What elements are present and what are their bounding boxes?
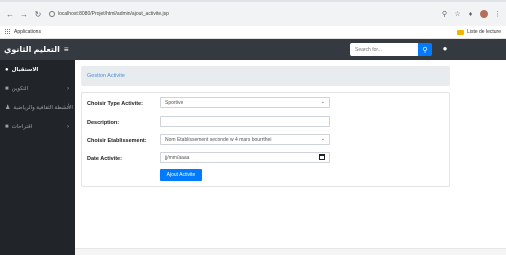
extension-icon[interactable]: ♦ <box>467 11 474 18</box>
breadcrumb: Gestion Activite <box>81 66 450 86</box>
ajout-activite-button[interactable]: Ajout Activite <box>160 169 202 181</box>
chevron-right-icon: › <box>67 123 69 130</box>
browser-toolbar: ← → ↻ localhost:8080/Projet/html/admin/a… <box>0 2 506 26</box>
reading-list-icon <box>457 29 465 35</box>
bookmark-apps[interactable]: Applications <box>14 29 41 35</box>
sidebar: ● الاستقبال ■ التكوين › ♟ الأنشطة الثقاف… <box>0 60 75 255</box>
search-group: ⚲ <box>350 43 432 56</box>
calendar-icon[interactable] <box>319 154 325 160</box>
type-select[interactable]: Sportive ⌄ <box>160 97 330 108</box>
main-content: Gestion Activite Choisir Type Activite: … <box>75 60 506 255</box>
forward-icon[interactable]: → <box>19 9 29 19</box>
activity-form: Choisir Type Activite: Sportive ⌄ Descri… <box>81 92 450 187</box>
date-field[interactable]: jj/mm/aaaa <box>160 152 330 163</box>
apps-grid-icon[interactable] <box>5 29 11 35</box>
reload-icon[interactable]: ↻ <box>33 9 43 19</box>
search-button[interactable]: ⚲ <box>418 43 432 56</box>
bookmarks-bar: Applications Liste de lecture <box>0 26 506 39</box>
user-icon[interactable]: ● <box>440 44 450 54</box>
chevron-right-icon: › <box>67 85 69 92</box>
date-placeholder: jj/mm/aaaa <box>165 154 190 161</box>
star-icon[interactable]: ☆ <box>454 11 461 18</box>
search-icon[interactable]: ⚲ <box>441 11 448 18</box>
chevron-right-icon: › <box>67 104 69 111</box>
type-select-value: Sportive <box>165 99 184 106</box>
folder-icon: ■ <box>5 85 9 92</box>
sidebar-item-label: اقتراحات <box>11 123 33 130</box>
sidebar-item-formation[interactable]: ■ التكوين › <box>0 79 75 98</box>
description-label: Description: <box>87 120 120 126</box>
user-icon: ♟ <box>5 105 11 111</box>
footer <box>75 248 506 255</box>
breadcrumb-item[interactable]: Gestion Activite <box>87 73 125 79</box>
etablissement-select[interactable]: Nom Etablissement seconde w 4 mars bourr… <box>160 134 330 145</box>
brand[interactable]: التعليم الثانوي ≡ <box>0 45 75 54</box>
dashboard-icon: ● <box>5 66 9 73</box>
submit-label: Ajout Activite <box>166 172 196 178</box>
etablissement-label: Choisir Etablissement: <box>87 138 147 144</box>
sidebar-item-accueil[interactable]: ● الاستقبال <box>0 60 75 79</box>
url-text: localhost:8080/Projet/html/admin/ajout_a… <box>58 11 169 17</box>
sidebar-item-label: الاستقبال <box>11 66 39 73</box>
folder-icon: ■ <box>5 123 9 130</box>
etablissement-select-value: Nom Etablissement seconde w 4 mars bourr… <box>165 136 272 143</box>
brand-title: التعليم الثانوي <box>4 45 60 54</box>
reading-list-label: Liste de lecture <box>467 29 501 35</box>
reading-list[interactable]: Liste de lecture <box>457 29 501 35</box>
date-label: Date Activite: <box>87 156 122 162</box>
sidebar-item-activites[interactable]: ♟ الأنشطة الثقافية والرياضية › <box>0 98 75 117</box>
sidebar-item-suggestions[interactable]: ■ اقتراحات › <box>0 117 75 136</box>
menu-icon[interactable]: ≡ <box>64 45 69 54</box>
app-navbar: التعليم الثانوي ≡ ⚲ ● <box>0 39 506 60</box>
browser-actions: ⚲ ☆ ♦ ⋮ <box>441 10 501 18</box>
site-info-icon[interactable] <box>49 11 55 17</box>
address-bar[interactable]: localhost:8080/Projet/html/admin/ajout_a… <box>49 9 319 19</box>
chevron-down-icon: ⌄ <box>320 136 325 142</box>
more-vert-icon[interactable]: ⋮ <box>494 11 501 18</box>
search-icon: ⚲ <box>422 46 428 54</box>
chevron-down-icon: ⌄ <box>320 99 325 105</box>
description-field[interactable] <box>160 116 330 127</box>
sidebar-item-label: الأنشطة الثقافية والرياضية <box>13 104 73 111</box>
sidebar-item-label: التكوين <box>11 85 29 92</box>
search-input[interactable] <box>350 43 418 56</box>
profile-avatar[interactable] <box>480 10 488 18</box>
type-label: Choisir Type Activite: <box>87 101 143 107</box>
back-icon[interactable]: ← <box>5 9 15 19</box>
